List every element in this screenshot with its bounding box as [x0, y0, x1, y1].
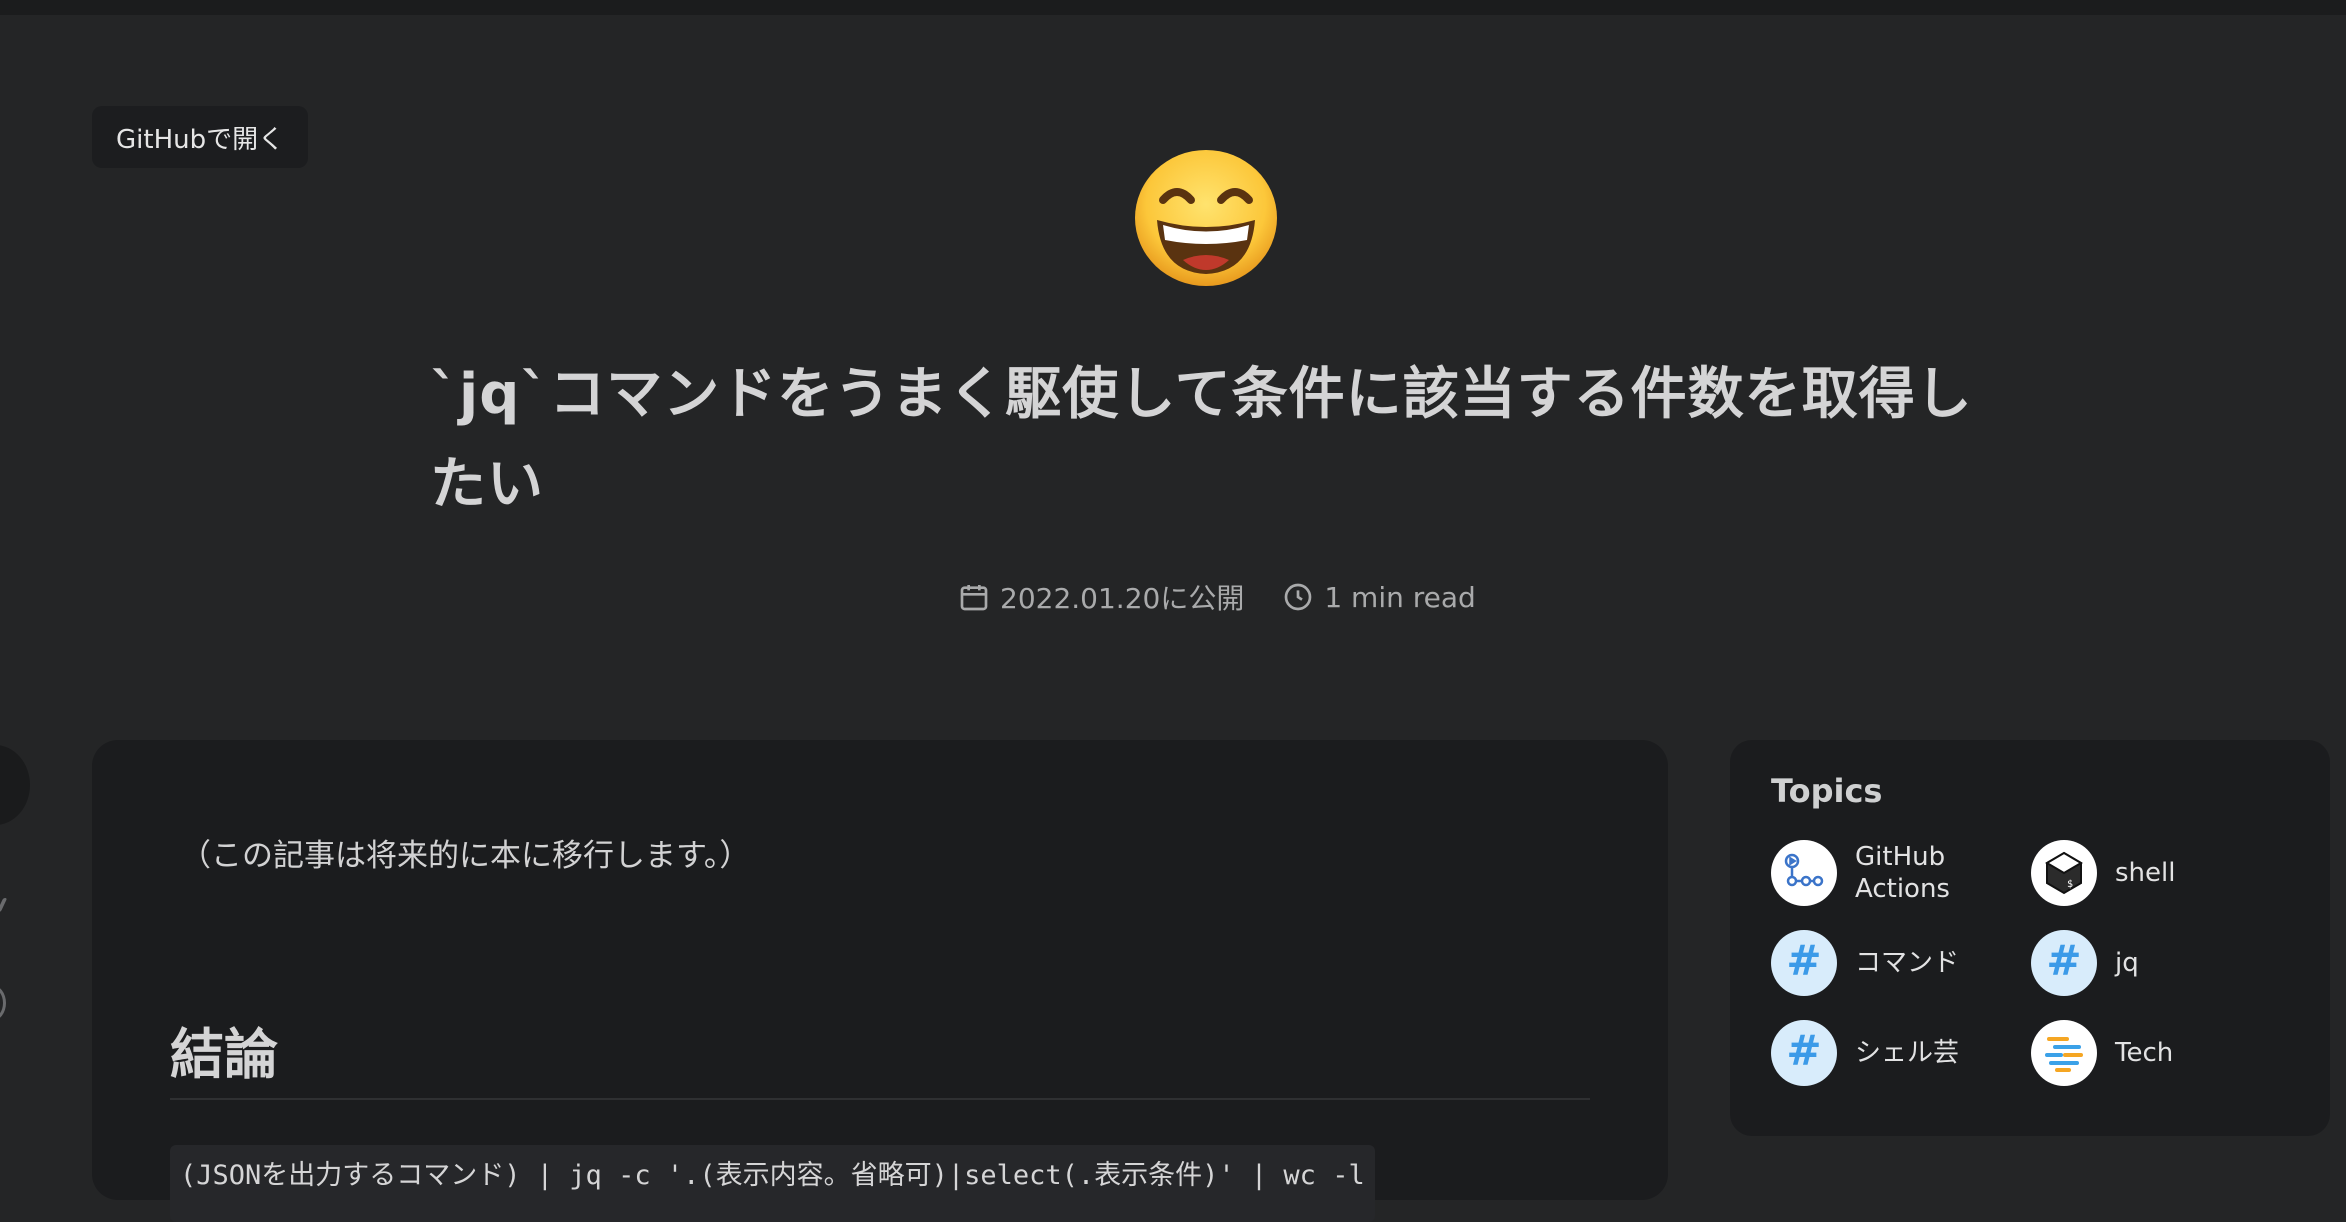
side-action-button[interactable] [0, 745, 30, 825]
topic-label: shell [2115, 858, 2176, 888]
topics-panel: Topics GitHub Actions $_ shell # コマンド # … [1730, 740, 2330, 1136]
topic-tech[interactable]: Tech [2031, 1020, 2173, 1086]
read-time-text: 1 min read [1324, 580, 1476, 614]
topic-label: シェル芸 [1855, 1038, 1960, 1068]
github-actions-icon [1771, 840, 1837, 906]
article-body: （この記事は将来的に本に移行します。） 結論 (JSONを出力するコマンド) |… [92, 740, 1668, 1222]
topic-command[interactable]: # コマンド [1771, 930, 1959, 996]
article-meta: 2022.01.20に公開 1 min read [958, 577, 1514, 617]
side-action-mark [0, 898, 8, 912]
tech-icon [2031, 1020, 2097, 1086]
browser-top-bar [0, 0, 2346, 15]
topic-jq[interactable]: # jq [2031, 930, 2139, 996]
article-note: （この記事は将来的に本に移行します。） [180, 838, 751, 874]
heading-divider [170, 1098, 1590, 1100]
topic-shell-art[interactable]: # シェル芸 [1771, 1020, 1959, 1086]
read-time: 1 min read [1282, 580, 1476, 614]
side-action-icon[interactable] [0, 985, 6, 1021]
section-heading: 結論 [170, 1023, 278, 1086]
topic-shell[interactable]: $_ shell [2031, 840, 2175, 906]
svg-text:$_: $_ [2067, 879, 2080, 890]
published-date-text: 2022.01.20に公開 [1000, 582, 1245, 615]
shell-icon: $_ [2031, 840, 2097, 906]
topic-label: コマンド [1855, 948, 1960, 978]
topic-label: jq [2115, 948, 2139, 978]
hash-icon: # [2031, 930, 2097, 996]
topic-label: GitHub Actions [1855, 842, 1950, 904]
article-title: `jq`コマンドをうまく駆使して条件に該当する件数を取得したい [430, 362, 1973, 517]
published-date: 2022.01.20に公開 [958, 577, 1244, 617]
code-block: (JSONを出力するコマンド) | jq -c '.(表示内容。省略可)|sel… [170, 1145, 1375, 1222]
hash-icon: # [1771, 1020, 1837, 1086]
calendar-icon [960, 585, 988, 611]
open-in-github-button[interactable]: GitHubで開く [92, 106, 309, 168]
clock-icon [1284, 583, 1312, 611]
hash-icon: # [1771, 930, 1837, 996]
topic-label: Tech [2115, 1038, 2174, 1068]
topics-heading: Topics [1771, 772, 1883, 810]
topic-github-actions[interactable]: GitHub Actions [1771, 840, 1975, 906]
grinning-face-emoji-icon [1135, 150, 1277, 286]
